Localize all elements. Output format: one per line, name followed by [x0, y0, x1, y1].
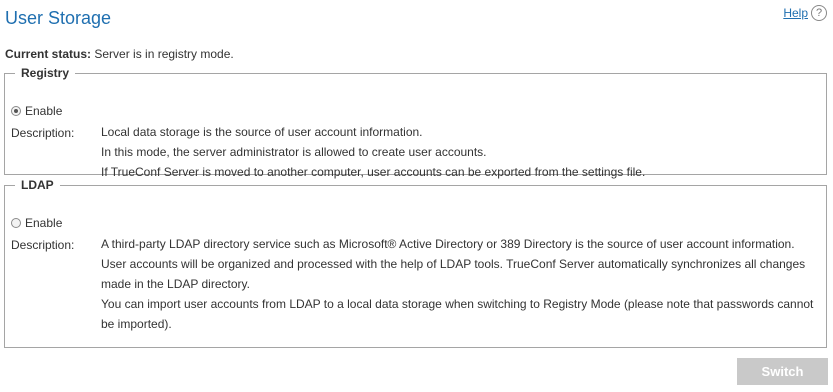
registry-description-label: Description:	[11, 126, 75, 140]
ldap-legend: LDAP	[21, 178, 54, 192]
ldap-description-label: Description:	[11, 238, 75, 252]
ldap-fieldset: LDAP Enable Description: A third-party L…	[4, 178, 827, 348]
ldap-enable-label[interactable]: Enable	[25, 216, 62, 230]
ldap-description-line: A third-party LDAP directory service suc…	[101, 237, 795, 251]
status-value: Server is in registry mode.	[91, 47, 234, 61]
status-label: Current status:	[5, 47, 92, 61]
registry-description: Local data storage is the source of user…	[101, 122, 816, 182]
registry-enable-radio[interactable]	[11, 106, 21, 116]
ldap-description-line: User accounts will be organized and proc…	[101, 257, 806, 291]
page-title: User Storage	[5, 8, 112, 28]
registry-enable-option[interactable]: Enable	[11, 104, 62, 118]
ldap-enable-option[interactable]: Enable	[11, 216, 62, 230]
help-circle-icon[interactable]: ?	[811, 5, 827, 21]
registry-description-line: Local data storage is the source of user…	[101, 125, 423, 139]
switch-button[interactable]: Switch	[737, 358, 828, 385]
registry-legend: Registry	[21, 66, 70, 80]
registry-enable-label[interactable]: Enable	[25, 104, 62, 118]
current-status: Current status: Server is in registry mo…	[5, 47, 234, 61]
ldap-description-line: You can import user accounts from LDAP t…	[101, 297, 814, 331]
registry-fieldset: Registry Enable Description: Local data …	[4, 66, 827, 179]
registry-description-line: In this mode, the server administrator i…	[101, 145, 487, 159]
ldap-description: A third-party LDAP directory service suc…	[101, 234, 816, 334]
help-area: Help ?	[783, 5, 827, 21]
help-link[interactable]: Help	[783, 6, 808, 20]
ldap-enable-radio[interactable]	[11, 218, 21, 228]
